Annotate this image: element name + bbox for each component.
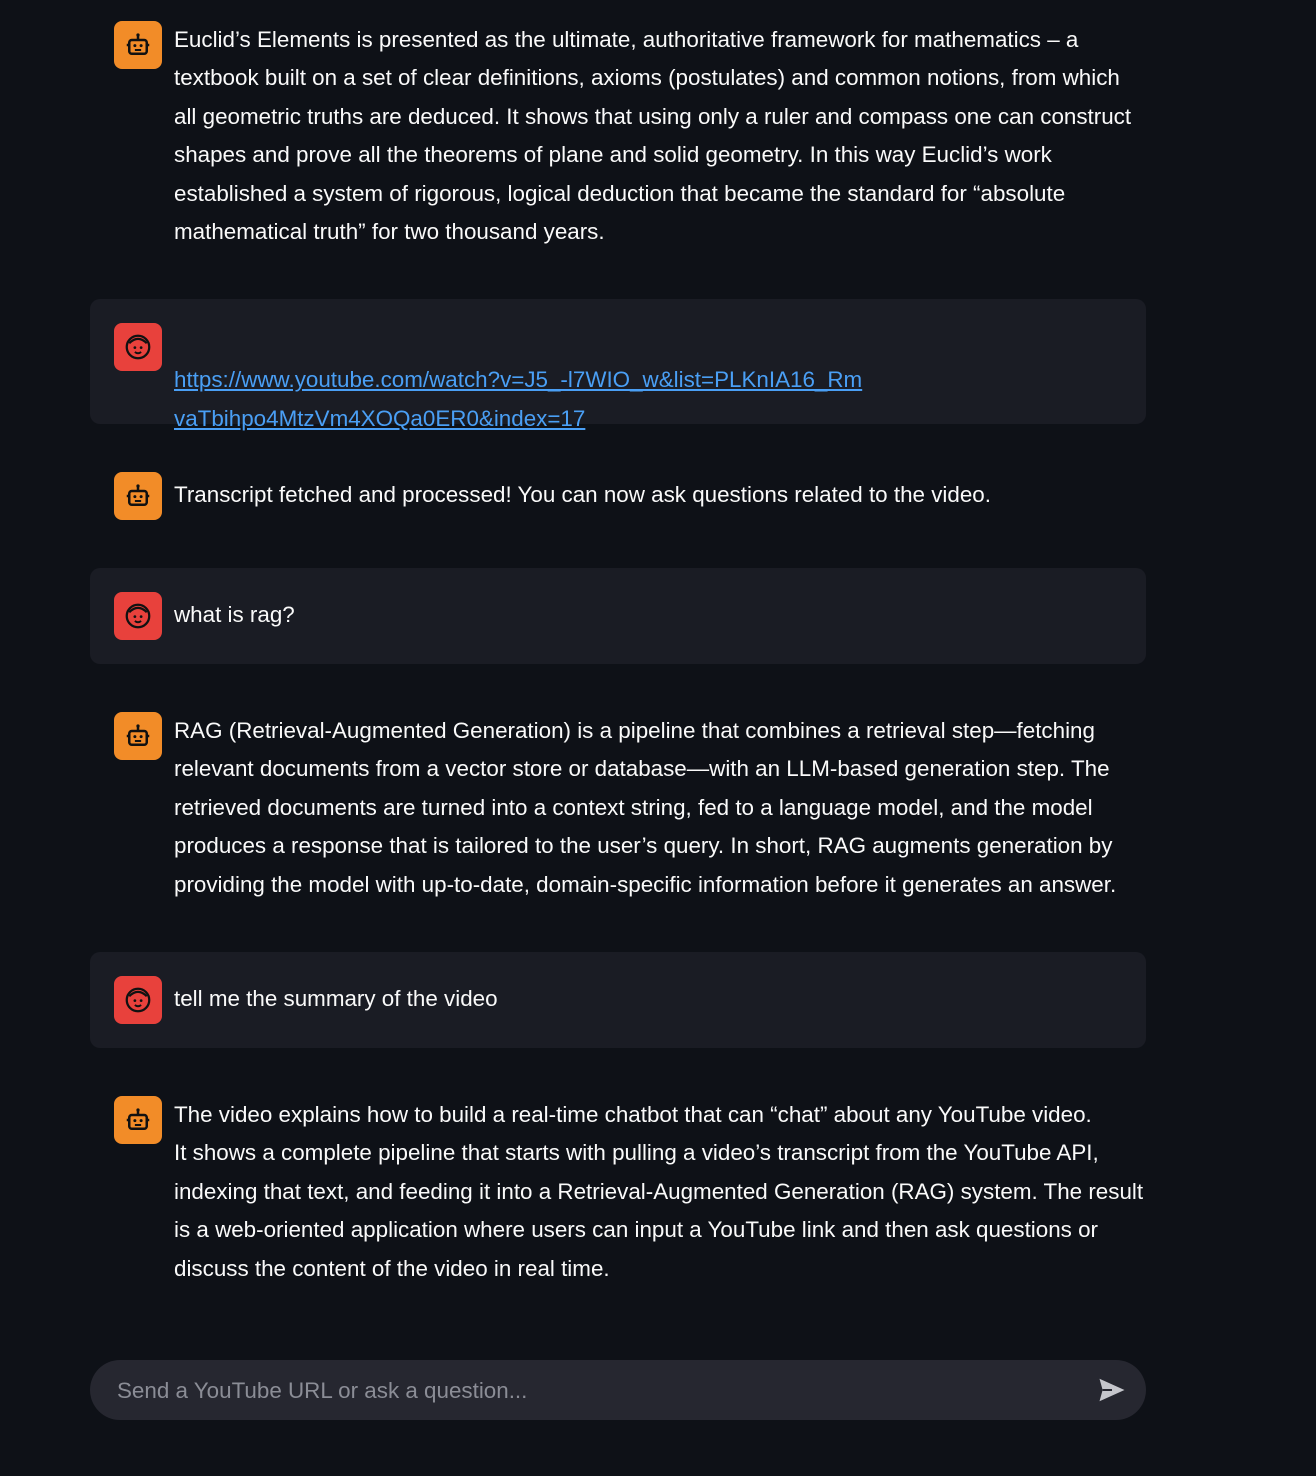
assistant-message: RAG (Retrieval-Augmented Generation) is … (90, 692, 1146, 922)
message-text: https://www.youtube.com/watch?v=J5_-l7WI… (174, 323, 864, 438)
send-button[interactable] (1096, 1374, 1128, 1406)
assistant-message: Euclid’s Elements is presented as the ul… (90, 0, 1146, 270)
robot-icon (114, 21, 162, 69)
message-text: tell me the summary of the video (174, 986, 498, 1011)
chat-input[interactable] (115, 1360, 1079, 1422)
assistant-message: The video explains how to build a real-t… (90, 1076, 1146, 1306)
user-message: tell me the summary of the video (90, 952, 1146, 1048)
smiley-face-icon (114, 976, 162, 1024)
message-text: The video explains how to build a real-t… (174, 1102, 1144, 1281)
chat-input-bar (90, 1360, 1146, 1422)
chat-page: Euclid’s Elements is presented as the ul… (0, 0, 1316, 1476)
user-message: https://www.youtube.com/watch?v=J5_-l7WI… (90, 299, 1146, 431)
smiley-face-icon (114, 592, 162, 640)
smiley-face-icon (114, 323, 162, 371)
message-text: what is rag? (174, 602, 295, 627)
user-message: what is rag? (90, 568, 1146, 664)
robot-icon (114, 712, 162, 760)
assistant-message: Transcript fetched and processed! You ca… (90, 452, 1146, 542)
robot-icon (114, 1096, 162, 1144)
youtube-link[interactable]: https://www.youtube.com/watch?v=J5_-l7WI… (174, 367, 862, 430)
message-text: Euclid’s Elements is presented as the ul… (174, 27, 1132, 245)
send-arrow-icon (1099, 1378, 1125, 1402)
message-text: RAG (Retrieval-Augmented Generation) is … (174, 718, 1117, 897)
message-text: Transcript fetched and processed! You ca… (174, 482, 991, 507)
robot-icon (114, 472, 162, 520)
